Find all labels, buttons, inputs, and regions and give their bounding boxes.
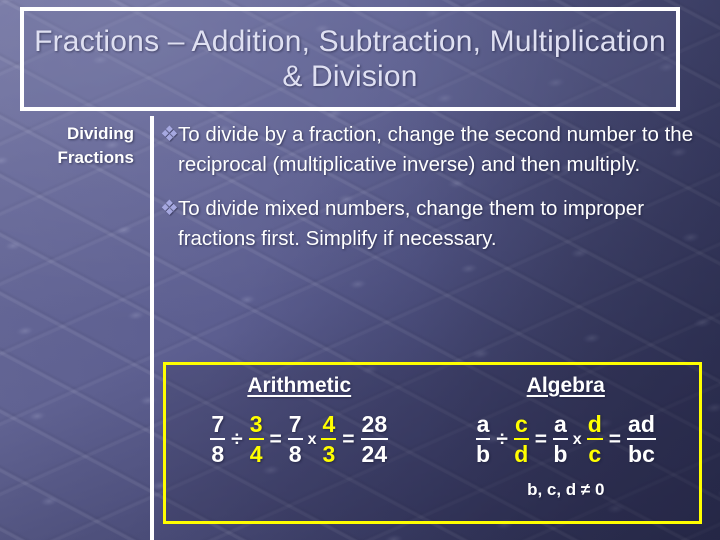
- fraction-term: 78: [210, 412, 226, 467]
- fraction-numerator: 7: [287, 412, 303, 440]
- math-operator: =: [608, 428, 622, 451]
- math-operator: =: [269, 428, 282, 451]
- fraction-denominator: 4: [249, 441, 263, 467]
- fraction-term: 34: [248, 412, 264, 467]
- fraction-denominator: bc: [628, 441, 655, 467]
- algebra-heading: Algebra: [526, 374, 605, 397]
- arithmetic-heading: Arithmetic: [247, 374, 352, 397]
- fraction-numerator: ad: [627, 412, 656, 440]
- math-operator: ÷: [231, 428, 243, 451]
- math-operator: x: [572, 431, 582, 448]
- vertical-divider: [150, 116, 154, 540]
- math-operator: x: [307, 431, 317, 448]
- math-operator: ÷: [496, 428, 508, 451]
- fraction-numerator: a: [553, 412, 568, 440]
- bullet-text: To divide mixed numbers, change them to …: [178, 197, 645, 250]
- fraction-numerator: a: [475, 412, 491, 440]
- fraction-term: 78: [287, 412, 303, 467]
- fraction-denominator: d: [514, 441, 529, 467]
- list-item: ❖ To divide by a fraction, change the se…: [160, 120, 712, 180]
- fraction-term: ad bc: [627, 412, 656, 467]
- formula-box: Arithmetic 7 8 ÷ 3 4 = 7 8 x 4 3 = 28 24 Algebra a b ÷ c…: [163, 362, 702, 524]
- fraction-numerator: 28: [360, 412, 389, 440]
- fraction-denominator: 3: [322, 441, 336, 467]
- fraction-denominator: c: [588, 441, 602, 467]
- algebra-column: Algebra a b ÷ c d = a b x d c = ad bc b, c, d ≠ 0: [433, 365, 700, 521]
- diamond-bullet-icon: ❖: [160, 123, 179, 146]
- arithmetic-expression: 7 8 ÷ 3 4 = 7 8 x 4 3 = 28 24: [166, 412, 433, 467]
- slide-canvas: Fractions – Addition, Subtraction, Multi…: [0, 0, 720, 540]
- fraction-term: cd: [513, 412, 529, 467]
- fraction-numerator: 7: [210, 412, 226, 440]
- bullet-text: To divide by a fraction, change the seco…: [178, 123, 694, 176]
- fraction-term: ab: [475, 412, 491, 467]
- arithmetic-column: Arithmetic 7 8 ÷ 3 4 = 7 8 x 4 3 = 28 24: [166, 365, 433, 521]
- fraction-term: dc: [586, 412, 603, 467]
- fraction-term: 43: [321, 412, 337, 467]
- math-operator: =: [534, 428, 547, 451]
- fraction-numerator: d: [586, 412, 603, 440]
- content-column: ❖ To divide by a fraction, change the se…: [160, 120, 712, 268]
- list-item: ❖ To divide mixed numbers, change them t…: [160, 194, 712, 254]
- algebra-condition: b, c, d ≠ 0: [527, 480, 605, 499]
- fraction-denominator: b: [475, 441, 491, 467]
- fraction-denominator: 8: [211, 441, 225, 467]
- math-operator: =: [342, 428, 355, 451]
- fraction-numerator: c: [513, 412, 529, 440]
- page-title: Fractions – Addition, Subtraction, Multi…: [34, 25, 666, 93]
- title-box: Fractions – Addition, Subtraction, Multi…: [20, 7, 680, 111]
- fraction-term: 28 24: [360, 412, 389, 467]
- side-label-column: Dividing Fractions: [0, 122, 142, 170]
- fraction-numerator: 4: [321, 412, 337, 440]
- fraction-denominator: b: [553, 441, 568, 467]
- fraction-denominator: 24: [361, 441, 388, 467]
- fraction-numerator: 3: [248, 412, 264, 440]
- diamond-bullet-icon: ❖: [160, 197, 179, 220]
- algebra-expression: a b ÷ c d = a b x d c = ad bc: [433, 412, 700, 467]
- fraction-denominator: 8: [288, 441, 302, 467]
- fraction-term: ab: [553, 412, 568, 467]
- side-label: Dividing Fractions: [57, 124, 134, 167]
